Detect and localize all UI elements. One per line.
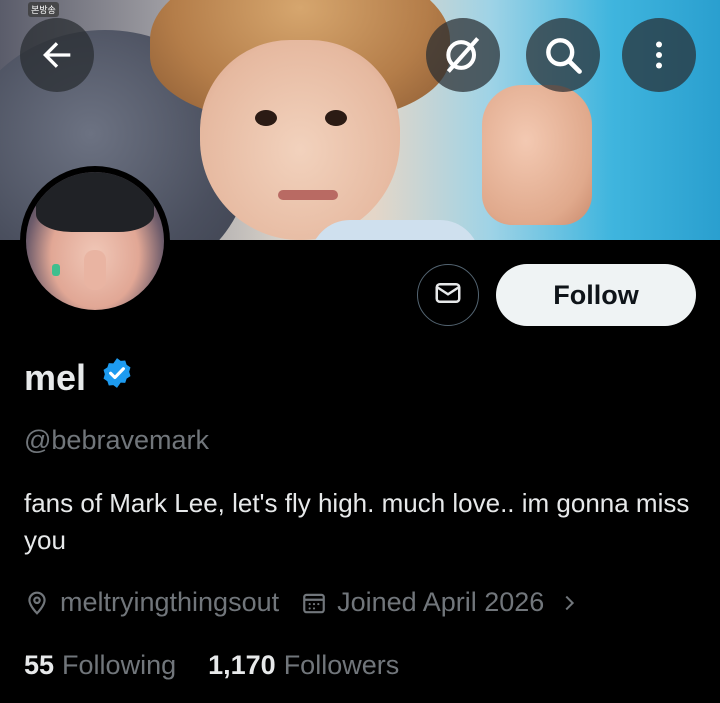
banner-broadcast-tag: 본방송 (28, 2, 59, 17)
followers-count: 1,170 (208, 650, 276, 680)
grok-icon (441, 33, 485, 77)
banner-mouth (278, 190, 338, 200)
profile-handle: @bebravemark (24, 425, 209, 455)
arrow-left-icon (37, 35, 77, 75)
search-button[interactable] (526, 18, 600, 92)
back-button[interactable] (20, 18, 94, 92)
banner-thumbs-up (482, 85, 592, 225)
followers-label: Followers (283, 650, 400, 680)
avatar-hand (84, 250, 106, 290)
following-link[interactable]: 55 Following (24, 650, 176, 681)
verified-badge-icon[interactable] (100, 356, 134, 399)
profile-meta: meltryingthingsout Joined April 2026 (24, 587, 590, 618)
banner-eye-left (255, 110, 277, 126)
envelope-icon (433, 278, 463, 313)
profile-stats: 55 Following 1,170 Followers (24, 650, 399, 681)
profile-avatar[interactable] (20, 166, 170, 316)
map-pin-icon (24, 590, 60, 616)
avatar-mic (52, 264, 60, 276)
banner-shoulder (310, 220, 480, 240)
following-count: 55 (24, 650, 55, 680)
banner-face (200, 40, 400, 240)
followers-link[interactable]: 1,170 Followers (208, 650, 399, 681)
follow-button[interactable]: Follow (496, 264, 696, 326)
profile-website-link[interactable]: meltryingthingsout (24, 587, 279, 618)
following-label: Following (62, 650, 177, 680)
banner-eye-right (325, 110, 347, 126)
profile-name-row: mel (24, 356, 134, 399)
profile-website[interactable]: meltryingthingsout (60, 587, 279, 618)
profile-name: mel (24, 356, 87, 398)
search-icon (541, 33, 585, 77)
grok-button[interactable] (426, 18, 500, 92)
more-vertical-icon (641, 37, 677, 73)
more-button[interactable] (622, 18, 696, 92)
profile-joined[interactable]: Joined April 2026 (301, 587, 590, 618)
profile-joined-date: Joined April 2026 (337, 587, 545, 617)
chevron-right-icon (558, 592, 590, 614)
avatar-hair (36, 172, 154, 232)
avatar-image (26, 172, 164, 310)
calendar-icon (301, 590, 337, 616)
message-button[interactable] (417, 264, 479, 326)
profile-bio: fans of Mark Lee, let's fly high. much l… (24, 488, 690, 555)
